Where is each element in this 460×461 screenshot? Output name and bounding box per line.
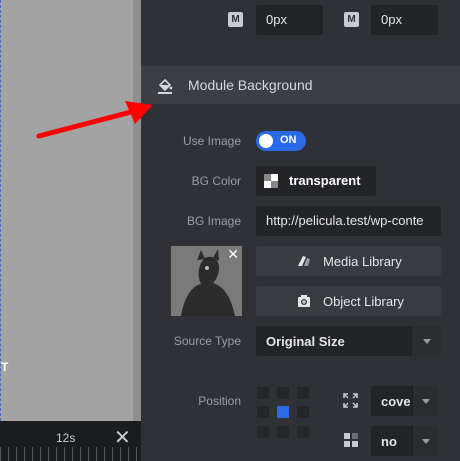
position-label: Position xyxy=(198,394,241,408)
position-cell[interactable] xyxy=(277,387,289,399)
bg-image-thumbnail[interactable]: ✕ xyxy=(171,246,242,316)
position-cell[interactable] xyxy=(297,426,309,438)
position-cell[interactable] xyxy=(277,426,289,438)
dropdown-toggle[interactable] xyxy=(412,426,438,456)
position-cell[interactable] xyxy=(257,387,269,399)
position-cell-selected[interactable] xyxy=(277,406,289,418)
bg-image-label: BG Image xyxy=(186,214,241,228)
module-background-header[interactable]: Module Background xyxy=(141,66,460,104)
bg-repeat-value: no xyxy=(381,434,397,449)
dropdown-toggle[interactable] xyxy=(411,326,441,356)
source-type-label: Source Type xyxy=(173,334,241,348)
paint-bucket-icon xyxy=(158,78,173,94)
media-library-label: Media Library xyxy=(323,254,402,269)
canvas-text-fragment: T xyxy=(1,360,9,374)
bg-color-label: BG Color xyxy=(191,174,241,188)
repeat-icon xyxy=(344,433,358,447)
canvas-guide-line xyxy=(0,0,1,421)
position-cell[interactable] xyxy=(297,387,309,399)
source-type-value: Original Size xyxy=(266,334,345,349)
chevron-down-icon xyxy=(422,439,430,444)
annotation-arrow-icon xyxy=(36,101,153,139)
margin-badge-icon: M xyxy=(228,12,243,27)
bg-repeat-select[interactable]: no xyxy=(371,426,438,456)
timeline-time-label: 12s xyxy=(56,431,76,445)
bg-image-url-field[interactable]: http://pelicula.test/wp-conte xyxy=(256,206,441,236)
bg-color-picker[interactable]: transparent xyxy=(256,166,376,196)
use-image-toggle[interactable]: ON xyxy=(256,131,306,151)
canvas-edge xyxy=(133,0,141,421)
section-title: Module Background xyxy=(188,77,313,93)
margin-badge-icon: M xyxy=(344,12,359,27)
expand-icon xyxy=(343,393,358,408)
remove-image-icon[interactable]: ✕ xyxy=(227,246,239,262)
object-library-button[interactable]: Object Library xyxy=(256,286,441,316)
media-library-icon xyxy=(298,256,310,266)
dropdown-toggle[interactable] xyxy=(412,386,438,416)
transparent-swatch-icon xyxy=(264,174,278,188)
margin-field-1[interactable]: 0px xyxy=(256,5,323,35)
position-cell[interactable] xyxy=(257,406,269,418)
bg-size-value: cove xyxy=(381,394,411,409)
bg-color-value: transparent xyxy=(289,173,361,188)
toggle-knob xyxy=(259,134,273,148)
toggle-state: ON xyxy=(280,134,297,146)
chevron-down-icon xyxy=(422,399,430,404)
chevron-down-icon xyxy=(423,339,431,344)
margin-field-2[interactable]: 0px xyxy=(371,5,438,35)
timeline-ruler xyxy=(0,447,141,461)
close-icon[interactable]: ✕ xyxy=(114,428,131,448)
object-library-icon xyxy=(298,295,310,307)
object-library-label: Object Library xyxy=(323,294,404,309)
position-cell[interactable] xyxy=(257,426,269,438)
canvas-preview[interactable]: T xyxy=(0,0,141,421)
source-type-select[interactable]: Original Size xyxy=(256,326,441,356)
media-library-button[interactable]: Media Library xyxy=(256,246,441,276)
timeline[interactable]: 12s ✕ xyxy=(0,421,141,461)
position-cell[interactable] xyxy=(297,406,309,418)
bg-size-select[interactable]: cove xyxy=(371,386,438,416)
